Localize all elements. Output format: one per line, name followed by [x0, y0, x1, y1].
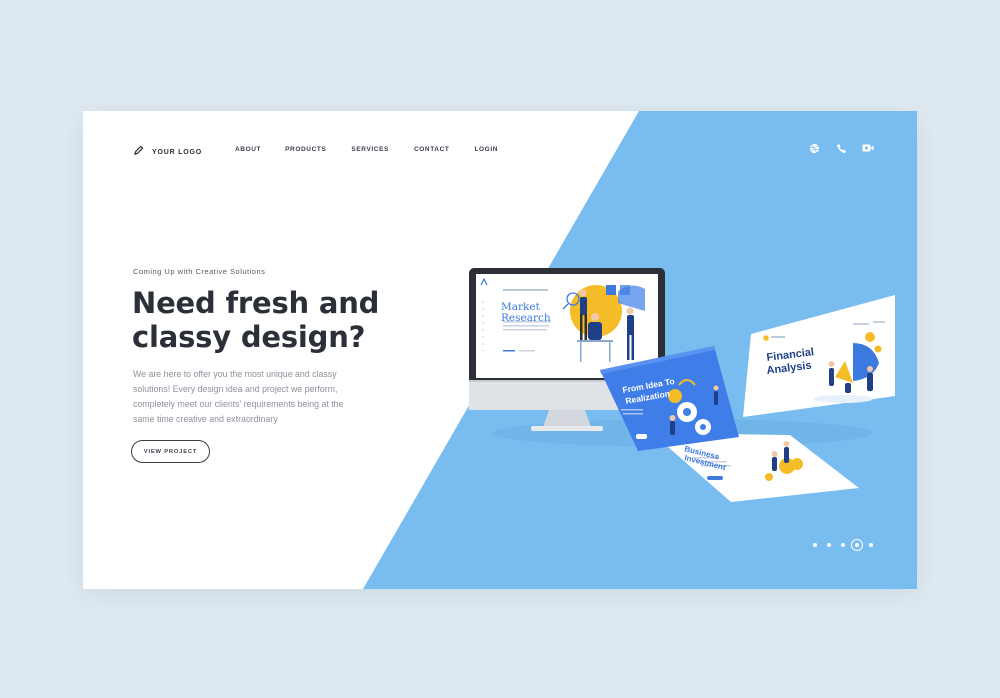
pagination-dot-3[interactable]: [841, 543, 845, 547]
monitor-title-line2: Research: [501, 312, 551, 324]
pagination-dot-5[interactable]: [869, 543, 873, 547]
pagination-dot-2[interactable]: [827, 543, 831, 547]
pagination-dot-1[interactable]: [813, 543, 817, 547]
landing-page-card: YOUR LOGO ABOUT PRODUCTS SERVICES CONTAC…: [83, 111, 917, 589]
hero-illustration: Market Research Financial Analysis Busin…: [469, 268, 895, 502]
slider-pagination: [813, 539, 873, 551]
pagination-dot-4-active[interactable]: [851, 539, 863, 551]
